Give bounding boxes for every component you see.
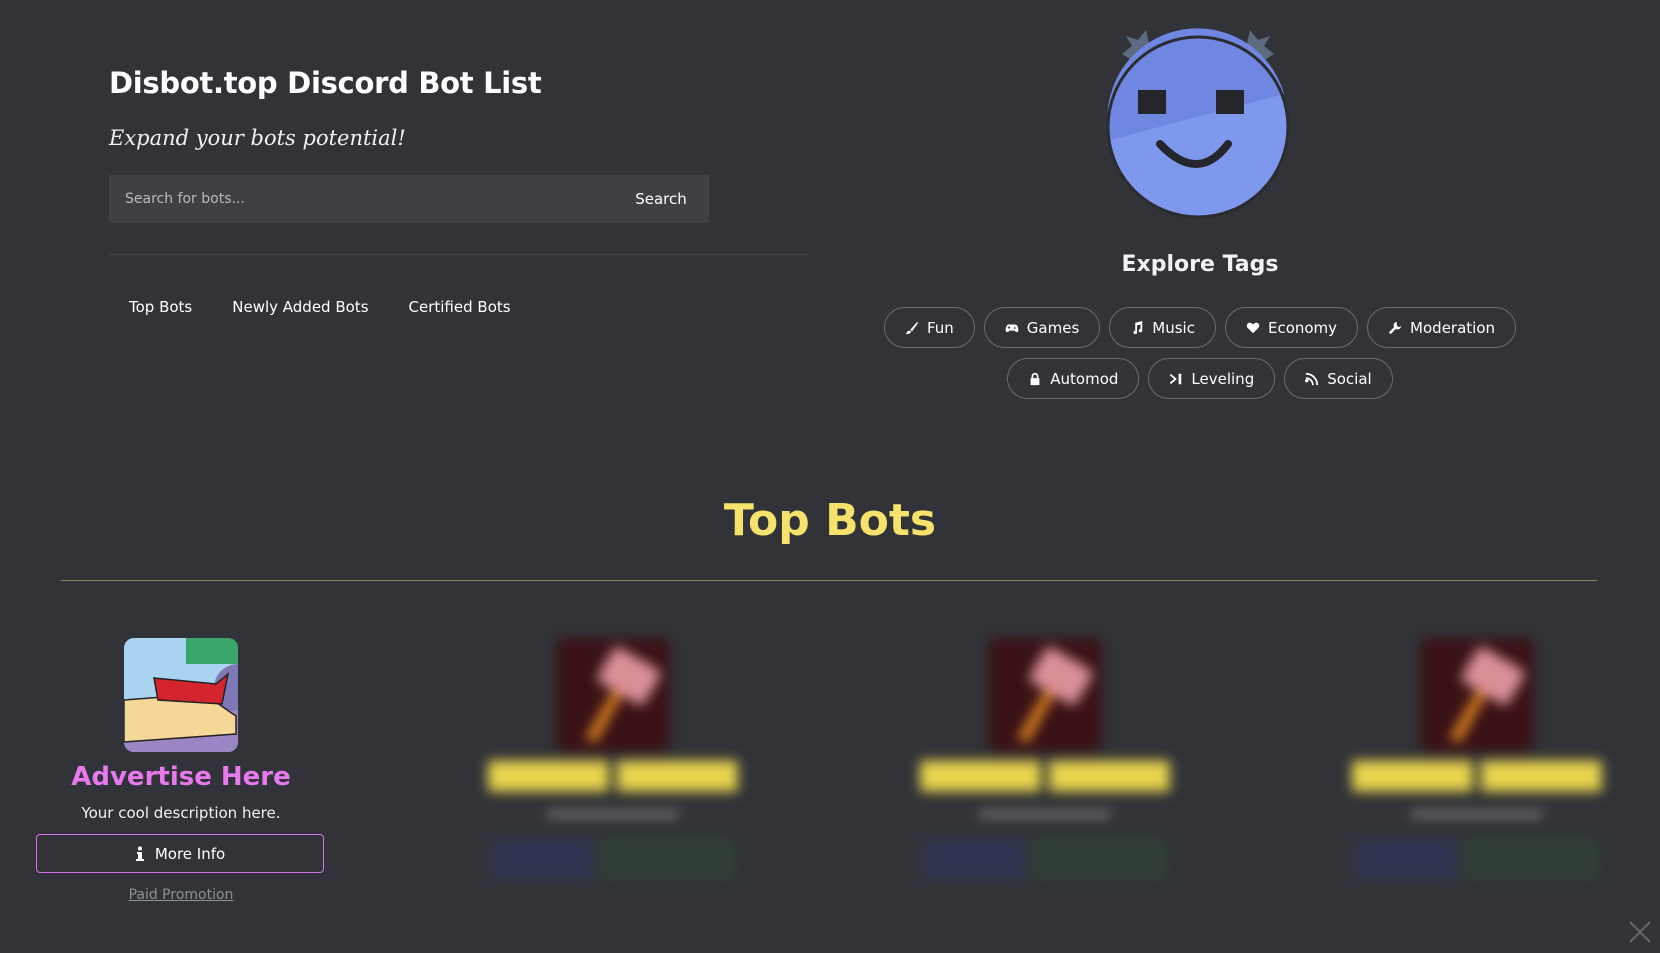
hero-section: Disbot.top Discord Bot List Expand your … xyxy=(0,0,1660,440)
ad-card-name: Advertise Here xyxy=(71,762,291,792)
tag-games[interactable]: Games xyxy=(983,307,1101,348)
more-info-button[interactable]: More Info xyxy=(36,834,324,873)
paid-promotion-link[interactable]: Paid Promotion xyxy=(129,887,234,903)
section-divider xyxy=(61,580,1597,581)
music-note-icon xyxy=(1133,320,1143,334)
search-bar: Search xyxy=(109,175,709,223)
hammer-icon xyxy=(988,638,1102,752)
tag-label: Games xyxy=(1026,318,1080,337)
tag-social[interactable]: Social xyxy=(1284,358,1393,399)
tag-automod[interactable]: Automod xyxy=(1007,358,1140,399)
tag-label: Leveling xyxy=(1191,369,1255,388)
bot-card-blurred: ██████ ██████ ▬▬▬▬▬▬▬▬▬▬ xyxy=(1332,638,1622,878)
google-it-sign-image xyxy=(124,638,238,752)
bot-nav: Top Bots Newly Added Bots Certified Bots xyxy=(109,298,531,316)
gamepad-icon xyxy=(1005,324,1019,332)
bot-card-description-blurred: ▬▬▬▬▬▬▬▬▬▬ xyxy=(978,806,1112,822)
bot-card-description-blurred: ▬▬▬▬▬▬▬▬▬▬ xyxy=(546,806,680,822)
skip-forward-icon xyxy=(1170,373,1182,384)
info-icon xyxy=(135,846,144,861)
rss-icon xyxy=(1305,372,1319,385)
mascot-logo xyxy=(1106,28,1290,219)
bot-card-info-button[interactable] xyxy=(1035,840,1165,878)
top-bots-title: Top Bots xyxy=(723,495,937,546)
heart-icon xyxy=(1246,322,1260,333)
tag-music[interactable]: Music xyxy=(1109,307,1216,348)
ad-card-description: Your cool description here. xyxy=(81,804,281,822)
search-button[interactable]: Search xyxy=(613,175,709,223)
ad-card-avatar xyxy=(124,638,238,752)
bot-card-invite-button[interactable] xyxy=(493,840,593,878)
ad-card: Advertise Here Your cool description her… xyxy=(36,638,326,903)
explore-tags-title: Explore Tags xyxy=(1121,252,1279,277)
tag-label: Automod xyxy=(1050,369,1119,388)
tag-label: Economy xyxy=(1267,318,1338,337)
site-tagline: Expand your bots potential! xyxy=(109,126,406,150)
tag-label: Fun xyxy=(926,318,954,337)
site-title: Disbot.top Discord Bot List xyxy=(109,66,542,100)
wrench-icon xyxy=(1388,321,1402,334)
bot-card-name-blurred: ██████ ██████ xyxy=(1352,762,1602,792)
bot-card-info-button[interactable] xyxy=(1467,840,1597,878)
bot-card-avatar xyxy=(556,638,670,752)
bot-card-invite-button[interactable] xyxy=(1357,840,1457,878)
hero-divider xyxy=(109,254,809,255)
bot-card-name-blurred: ██████ ██████ xyxy=(920,762,1170,792)
tag-leveling[interactable]: Leveling xyxy=(1148,358,1276,399)
bot-card-buttons xyxy=(468,840,758,878)
bot-card-avatar xyxy=(988,638,1102,752)
bot-card-invite-button[interactable] xyxy=(925,840,1025,878)
tag-moderation[interactable]: Moderation xyxy=(1367,307,1517,348)
more-info-label: More Info xyxy=(154,844,226,863)
nav-link-top-bots[interactable]: Top Bots xyxy=(129,298,192,316)
bot-card-buttons xyxy=(900,840,1190,878)
brush-icon xyxy=(905,321,919,334)
tag-label: Social xyxy=(1327,369,1372,388)
hammer-icon xyxy=(1420,638,1534,752)
tag-label: Music xyxy=(1152,318,1195,337)
lock-icon xyxy=(1030,372,1040,385)
bot-card-buttons xyxy=(1332,840,1622,878)
bot-card-avatar xyxy=(1420,638,1534,752)
tag-fun[interactable]: Fun xyxy=(883,307,975,348)
bot-card-description-blurred: ▬▬▬▬▬▬▬▬▬▬ xyxy=(1410,806,1544,822)
tags-row: Automod Leveling Social xyxy=(820,358,1580,399)
tag-label: Moderation xyxy=(1410,318,1496,337)
tag-economy[interactable]: Economy xyxy=(1224,307,1359,348)
bot-card-blurred: ██████ ██████ ▬▬▬▬▬▬▬▬▬▬ xyxy=(900,638,1190,878)
bot-card-info-button[interactable] xyxy=(603,840,733,878)
close-icon[interactable] xyxy=(1626,918,1654,946)
nav-link-certified-bots[interactable]: Certified Bots xyxy=(409,298,511,316)
nav-link-newly-added-bots[interactable]: Newly Added Bots xyxy=(232,298,368,316)
bot-card-name-blurred: ██████ ██████ xyxy=(488,762,738,792)
hammer-icon xyxy=(556,638,670,752)
search-input[interactable] xyxy=(109,175,613,223)
tags-row: Fun Games Music Economy Moderation xyxy=(820,307,1580,348)
bot-card-blurred: ██████ ██████ ▬▬▬▬▬▬▬▬▬▬ xyxy=(468,638,758,878)
